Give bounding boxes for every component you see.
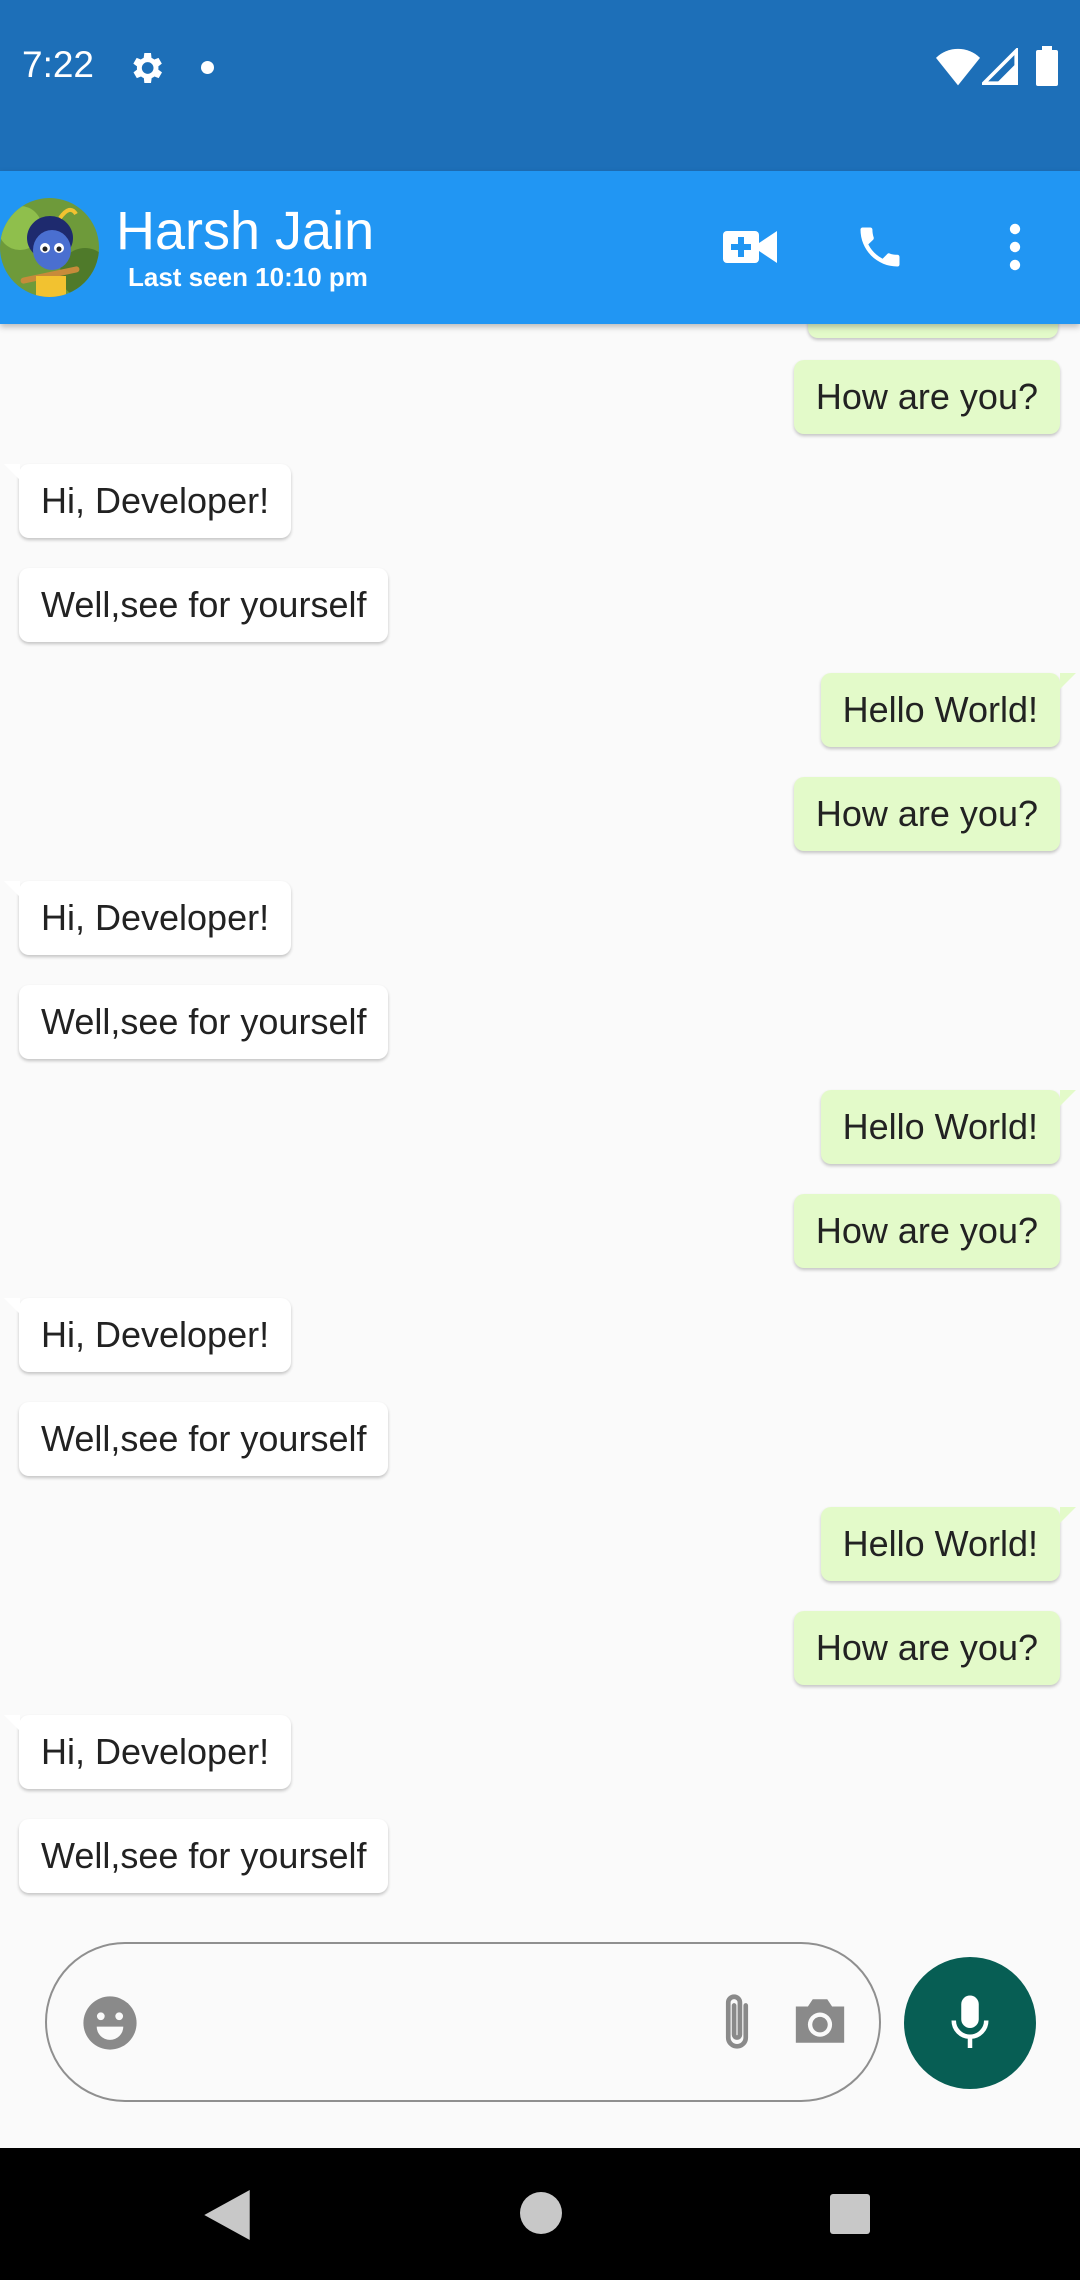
gear-icon <box>133 53 162 83</box>
more-options-button[interactable] <box>985 217 1045 277</box>
home-icon[interactable] <box>520 2192 562 2234</box>
mic-button[interactable] <box>904 1957 1036 2089</box>
message-text: Hi, Developer! <box>41 480 270 521</box>
more-vert-icon <box>1009 223 1021 271</box>
bubble-tail <box>1060 673 1076 689</box>
message-bubble-incoming[interactable]: Hi, Developer! <box>4 464 292 538</box>
message-text: Hello World! <box>842 1106 1038 1147</box>
message-text: How are you? <box>815 1210 1038 1251</box>
status-time: 7:22 <box>22 44 95 85</box>
voice-call-button[interactable] <box>850 217 910 277</box>
phone-icon <box>860 227 900 267</box>
message-text: Well,see for yourself <box>41 1418 367 1459</box>
wifi-icon <box>936 48 980 86</box>
message-bubble-incoming[interactable]: Well,see for yourself <box>19 568 389 642</box>
message-bubble-incoming[interactable]: Hi, Developer! <box>4 1298 292 1372</box>
message-text: Hello World! <box>842 689 1038 730</box>
message-bubble-partial <box>808 324 1058 338</box>
message-text: How are you? <box>815 376 1038 417</box>
emoji-icon[interactable] <box>81 1994 139 2052</box>
bubble-tail <box>4 1715 20 1731</box>
bubble-tail <box>4 1298 20 1314</box>
message-text: Well,see for yourself <box>41 1001 367 1042</box>
message-text: Hi, Developer! <box>41 1731 270 1772</box>
message-text: Hi, Developer! <box>41 897 270 938</box>
avatar-image <box>0 198 99 297</box>
bubble-tail <box>4 464 20 480</box>
signal-icon <box>982 48 1018 85</box>
message-text: Well,see for yourself <box>41 1835 367 1876</box>
battery-icon <box>1036 46 1058 86</box>
message-composer[interactable] <box>45 1942 881 2102</box>
bubble-tail <box>1060 1090 1076 1106</box>
message-bubble-outgoing[interactable]: Hello World! <box>820 1507 1076 1581</box>
message-bubble-outgoing[interactable]: How are you? <box>793 1611 1060 1685</box>
message-text: Hi, Developer! <box>41 1314 270 1355</box>
mic-icon <box>951 1995 989 2048</box>
contact-avatar[interactable] <box>0 198 99 297</box>
last-seen-status: Last seen 10:10 pm <box>128 262 368 292</box>
message-bubble-incoming[interactable]: Well,see for yourself <box>19 985 389 1059</box>
camera-icon[interactable] <box>791 1994 849 2048</box>
message-bubble-outgoing[interactable]: How are you? <box>793 360 1060 434</box>
message-bubble-incoming[interactable]: Well,see for yourself <box>19 1402 389 1476</box>
system-nav-bar <box>0 2148 1080 2280</box>
attach-icon[interactable] <box>715 1988 759 2058</box>
message-bubble-incoming[interactable]: Hi, Developer! <box>4 1715 292 1789</box>
message-text: How are you? <box>815 1627 1038 1668</box>
message-bubble-incoming[interactable]: Well,see for yourself <box>19 1819 389 1893</box>
message-bubble-outgoing[interactable]: How are you? <box>793 1194 1060 1268</box>
recent-apps-icon[interactable] <box>830 2194 870 2234</box>
status-bar: 7:22 <box>0 0 1080 171</box>
message-bubble-outgoing[interactable]: Hello World! <box>820 1090 1076 1164</box>
bubble-tail <box>1060 1507 1076 1523</box>
message-input[interactable] <box>167 1984 727 2064</box>
chat-header: Harsh Jain Last seen 10:10 pm <box>0 171 1080 324</box>
bubble-tail <box>4 881 20 897</box>
message-bubble-outgoing[interactable]: How are you? <box>793 777 1060 851</box>
back-icon[interactable] <box>204 2190 250 2240</box>
message-text: How are you? <box>815 793 1038 834</box>
message-text: Well,see for yourself <box>41 584 367 625</box>
message-bubble-incoming[interactable]: Hi, Developer! <box>4 881 292 955</box>
message-text: Hello World! <box>842 1523 1038 1564</box>
message-list[interactable]: How are you? Hi, Developer! Well,see for… <box>0 324 1080 1899</box>
video-call-button[interactable] <box>720 217 780 277</box>
message-bubble-outgoing[interactable]: Hello World! <box>820 673 1076 747</box>
contact-name[interactable]: Harsh Jain <box>116 201 374 261</box>
video-call-icon <box>723 231 777 263</box>
notification-dot <box>201 61 214 74</box>
